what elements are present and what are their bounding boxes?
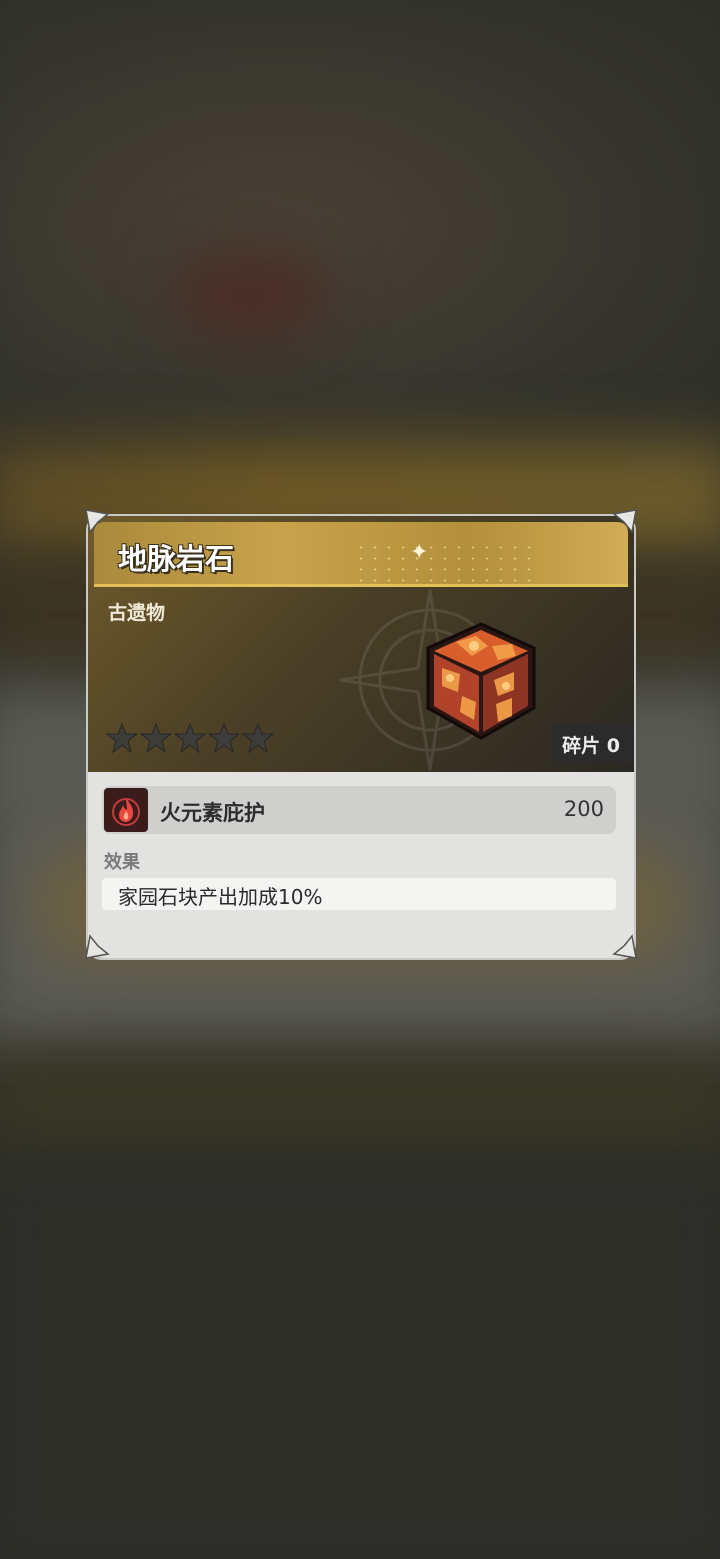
effect-label: 效果 [104,852,140,873]
star-empty-icon [106,722,138,754]
item-title: 地脉岩石 [118,542,235,576]
lava-rock-cube-icon [426,622,536,740]
item-category: 古遗物 [108,602,166,624]
corner-ornament-icon [612,934,637,959]
card-header: ✦ 地脉岩石 古遗物 碎片 0 [88,516,634,772]
sparkle-icon: ✦ [410,540,429,565]
star-empty-icon [140,722,172,754]
corner-ornament-icon [85,934,110,959]
attribute-value: 200 [563,797,604,821]
attribute-name: 火元素庇护 [160,801,265,825]
effect-box: 家园石块产出加成10% [102,878,616,910]
corner-ornament-icon [85,509,110,534]
effect-text: 家园石块产出加成10% [118,885,323,909]
corner-ornament-icon [612,509,637,534]
title-band: ✦ 地脉岩石 [94,522,628,588]
fire-element-icon [104,788,148,832]
star-empty-icon [242,722,274,754]
star-rating [106,722,274,754]
star-empty-icon [174,722,206,754]
fragment-count-label: 碎片 0 [562,735,620,757]
item-detail-card: ✦ 地脉岩石 古遗物 碎片 0 火元素庇护 200 效果 家园石块产出加成10% [88,516,634,958]
card-body: 火元素庇护 200 效果 家园石块产出加成10% [88,772,634,958]
attribute-row: 火元素庇护 200 [102,786,616,834]
star-empty-icon [208,722,240,754]
